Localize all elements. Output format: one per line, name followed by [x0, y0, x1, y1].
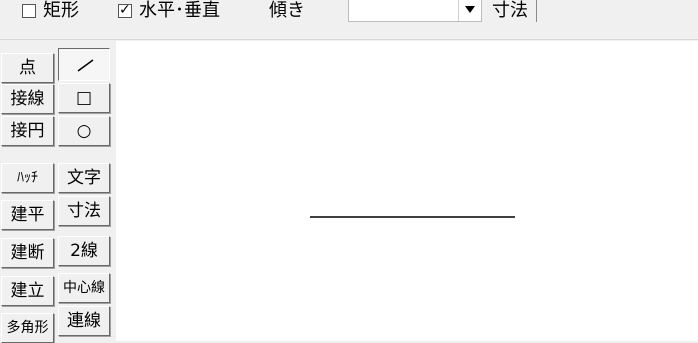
horizontal-vertical-label: 水平･垂直 [139, 0, 220, 21]
drawing-canvas[interactable] [116, 41, 698, 341]
tool-building-section-button[interactable]: 建断 [1, 238, 54, 268]
tool-polygon-button[interactable]: 多角形 [1, 313, 54, 343]
dimension-input-edge [536, 0, 537, 22]
rect-label: 矩形 [43, 0, 79, 21]
tilt-combobox[interactable] [348, 0, 482, 22]
tilt-label: 傾き [269, 0, 305, 21]
tool-text-button[interactable]: 文字 [58, 163, 110, 193]
tool-tangent-circle-button[interactable]: 接円 [1, 116, 54, 146]
tool-circle-button[interactable]: ○ [58, 116, 110, 146]
rect-checkbox[interactable] [22, 4, 36, 18]
tool-line-button[interactable] [58, 48, 110, 81]
tool-double-line-button[interactable]: 2線 [58, 236, 110, 266]
tool-building-plan-button[interactable]: 建平 [1, 200, 54, 230]
horizontal-vertical-checkbox[interactable]: ✓ [118, 2, 132, 18]
diagonal-line-icon [77, 59, 94, 72]
toolbar-divider [0, 39, 698, 40]
chevron-down-icon [465, 6, 475, 13]
drawing-surface [310, 216, 515, 218]
tool-tangent-line-button[interactable]: 接線 [1, 84, 54, 114]
tool-center-line-button[interactable]: 中心線 [58, 273, 110, 303]
tool-dimension-button[interactable]: 寸法 [58, 196, 110, 226]
option-toolbar: 矩形 ✓ 水平･垂直 傾き 寸法 [0, 0, 698, 40]
tool-rectangle-button[interactable]: □ [58, 83, 110, 113]
tool-continuous-line-button[interactable]: 連線 [58, 306, 110, 336]
tool-hatch-button[interactable]: ﾊｯﾁ [1, 163, 54, 193]
tool-building-elevation-button[interactable]: 建立 [1, 276, 54, 306]
check-mark-icon: ✓ [119, 2, 131, 18]
dimension-label: 寸法 [492, 0, 528, 21]
tilt-dropdown-button[interactable] [458, 0, 481, 21]
tool-point-button[interactable]: 点 [1, 53, 54, 83]
